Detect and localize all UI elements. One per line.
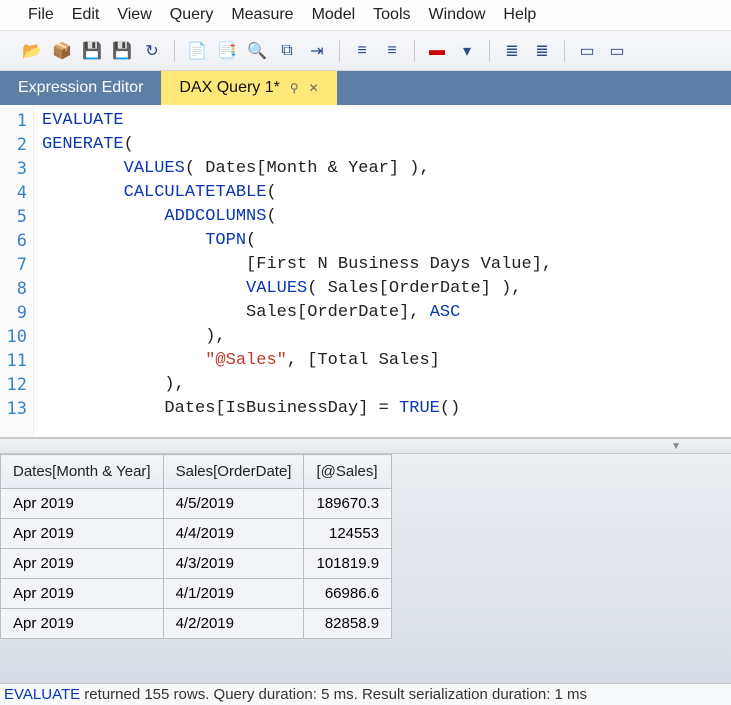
table-cell: 4/5/2019 xyxy=(163,489,304,519)
pin-icon[interactable]: ⚲ xyxy=(290,81,299,95)
menu-tools[interactable]: Tools xyxy=(373,6,410,24)
toolbar-separator xyxy=(564,40,565,62)
splitter-handle[interactable]: ▼ xyxy=(0,438,731,454)
table-cell: 101819.9 xyxy=(304,549,392,579)
close-icon[interactable]: ✕ xyxy=(309,81,319,95)
menu-measure[interactable]: Measure xyxy=(231,6,293,24)
table-cell: 82858.9 xyxy=(304,609,392,639)
code-area[interactable]: EVALUATE GENERATE( VALUES( Dates[Month &… xyxy=(34,105,731,437)
column-header[interactable]: Sales[OrderDate] xyxy=(163,455,304,489)
toolbar-separator xyxy=(339,40,340,62)
toolbar-button-18[interactable]: ≣ xyxy=(500,39,524,63)
toolbar-button-19[interactable]: ≣ xyxy=(530,39,554,63)
menu-edit[interactable]: Edit xyxy=(72,6,100,24)
results-pane: Dates[Month & Year]Sales[OrderDate][@Sal… xyxy=(0,454,731,683)
results-table: Dates[Month & Year]Sales[OrderDate][@Sal… xyxy=(0,454,392,639)
table-cell: 4/1/2019 xyxy=(163,579,304,609)
table-row[interactable]: Apr 20194/2/201982858.9 xyxy=(1,609,392,639)
status-keyword: EVALUATE xyxy=(4,686,80,703)
toolbar-separator xyxy=(174,40,175,62)
code-editor[interactable]: 12345678910111213 EVALUATE GENERATE( VAL… xyxy=(0,105,731,438)
toolbar-button-4[interactable]: ↻ xyxy=(140,39,164,63)
tab-dax-query[interactable]: DAX Query 1* ⚲ ✕ xyxy=(161,71,336,105)
menu-window[interactable]: Window xyxy=(429,6,486,24)
tab-expression-editor[interactable]: Expression Editor xyxy=(0,71,161,105)
table-cell: Apr 2019 xyxy=(1,609,164,639)
toolbar-button-7[interactable]: 📑 xyxy=(215,39,239,63)
toolbar-button-1[interactable]: 📦 xyxy=(50,39,74,63)
table-cell: Apr 2019 xyxy=(1,579,164,609)
toolbar-button-0[interactable]: 📂 xyxy=(20,39,44,63)
table-cell: 4/4/2019 xyxy=(163,519,304,549)
status-text: returned 155 rows. Query duration: 5 ms.… xyxy=(80,686,587,703)
table-row[interactable]: Apr 20194/3/2019101819.9 xyxy=(1,549,392,579)
column-header[interactable]: [@Sales] xyxy=(304,455,392,489)
menu-view[interactable]: View xyxy=(117,6,151,24)
toolbar-button-12[interactable]: ≡ xyxy=(350,39,374,63)
status-bar: EVALUATE returned 155 rows. Query durati… xyxy=(0,683,731,705)
tab-label: Expression Editor xyxy=(18,79,143,97)
toolbar-button-16[interactable]: ▾ xyxy=(455,39,479,63)
table-cell: Apr 2019 xyxy=(1,489,164,519)
toolbar-button-9[interactable]: ⧉ xyxy=(275,39,299,63)
toolbar-separator xyxy=(489,40,490,62)
toolbar-button-2[interactable]: 💾 xyxy=(80,39,104,63)
menu-model[interactable]: Model xyxy=(312,6,356,24)
toolbar-button-8[interactable]: 🔍 xyxy=(245,39,269,63)
toolbar-button-13[interactable]: ≡ xyxy=(380,39,404,63)
table-row[interactable]: Apr 20194/4/2019124553 xyxy=(1,519,392,549)
toolbar-button-10[interactable]: ⇥ xyxy=(305,39,329,63)
table-cell: 124553 xyxy=(304,519,392,549)
toolbar: 📂📦💾💾↻📄📑🔍⧉⇥≡≡▬▾≣≣▭▭ xyxy=(0,31,731,71)
table-row[interactable]: Apr 20194/5/2019189670.3 xyxy=(1,489,392,519)
menu-query[interactable]: Query xyxy=(170,6,214,24)
table-row[interactable]: Apr 20194/1/201966986.6 xyxy=(1,579,392,609)
menu-help[interactable]: Help xyxy=(503,6,536,24)
column-header[interactable]: Dates[Month & Year] xyxy=(1,455,164,489)
tabstrip: Expression Editor DAX Query 1* ⚲ ✕ xyxy=(0,71,731,105)
table-cell: Apr 2019 xyxy=(1,519,164,549)
menu-file[interactable]: File xyxy=(28,6,54,24)
tab-label: DAX Query 1* xyxy=(179,79,279,97)
toolbar-button-6[interactable]: 📄 xyxy=(185,39,209,63)
table-cell: 189670.3 xyxy=(304,489,392,519)
table-cell: 4/2/2019 xyxy=(163,609,304,639)
toolbar-button-3[interactable]: 💾 xyxy=(110,39,134,63)
toolbar-button-15[interactable]: ▬ xyxy=(425,39,449,63)
toolbar-button-21[interactable]: ▭ xyxy=(575,39,599,63)
menubar: File Edit View Query Measure Model Tools Window… xyxy=(0,0,731,31)
toolbar-separator xyxy=(414,40,415,62)
line-gutter: 12345678910111213 xyxy=(0,105,34,437)
table-cell: 4/3/2019 xyxy=(163,549,304,579)
table-cell: 66986.6 xyxy=(304,579,392,609)
table-cell: Apr 2019 xyxy=(1,549,164,579)
toolbar-button-22[interactable]: ▭ xyxy=(605,39,629,63)
